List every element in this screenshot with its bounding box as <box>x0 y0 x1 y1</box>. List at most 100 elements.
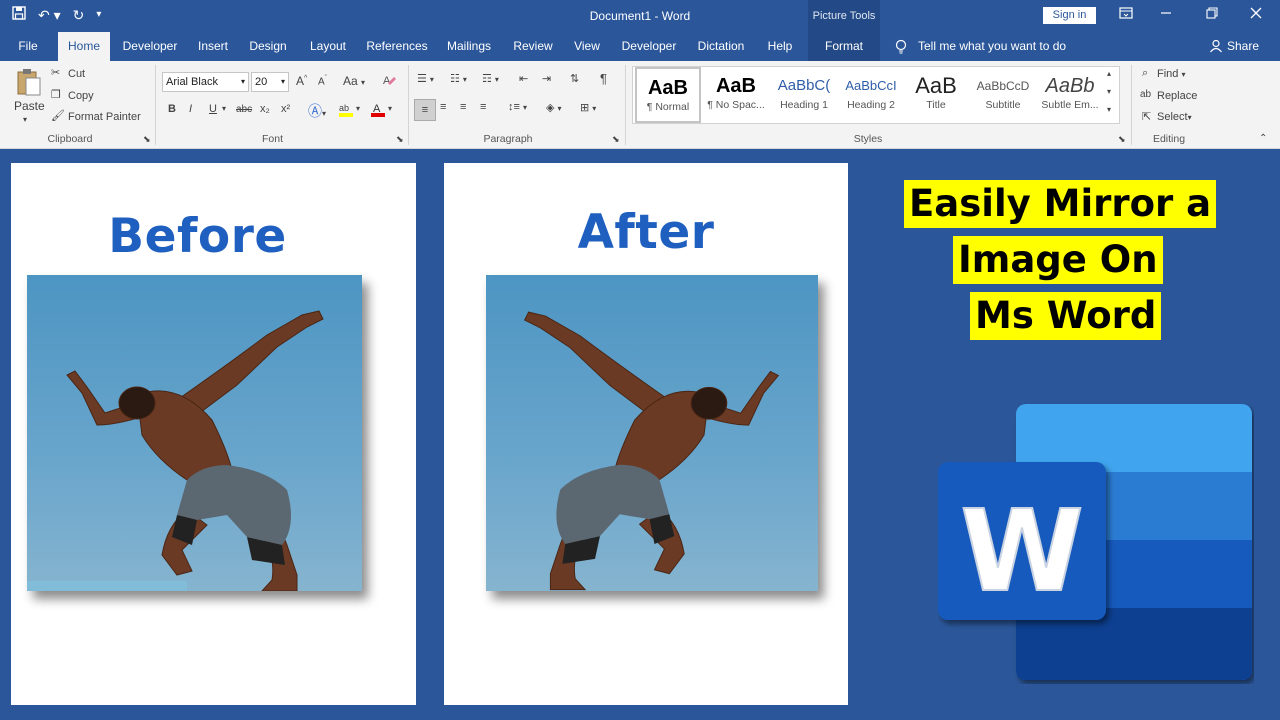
underline-button[interactable]: U <box>209 103 217 115</box>
close-icon[interactable] <box>1250 7 1262 22</box>
font-size-combo[interactable]: 20 ▾ <box>251 72 289 92</box>
font-color-icon[interactable]: A <box>370 101 386 120</box>
grow-font-label: A <box>296 74 305 88</box>
sort-icon[interactable]: ⇅ <box>570 72 579 85</box>
clear-formatting-icon[interactable]: A <box>382 72 398 91</box>
format-painter-button[interactable]: Format Painter <box>68 111 141 123</box>
picture-tools-label: Picture Tools <box>808 0 880 32</box>
paste-dropdown-icon[interactable]: ▾ <box>23 115 27 124</box>
clipboard-launcher-icon[interactable]: ⬊ <box>143 134 151 145</box>
document-page-before[interactable]: Before <box>11 163 416 705</box>
grow-font-button[interactable]: A^ <box>296 74 307 88</box>
italic-button[interactable]: I <box>189 103 192 115</box>
style-normal[interactable]: AaB ¶ Normal <box>635 67 701 123</box>
highlight-dropdown-icon[interactable]: ▾ <box>356 104 360 113</box>
bullets-icon[interactable]: ☰ ▾ <box>417 72 434 85</box>
shrink-font-label: A <box>318 76 325 88</box>
find-button[interactable]: Find ▾ <box>1157 68 1185 80</box>
separator <box>625 65 626 145</box>
ribbon-tabs: File Home Developer Insert Design Layout… <box>0 32 1280 61</box>
style-preview: AaBbC( <box>777 77 831 94</box>
styles-launcher-icon[interactable]: ⬊ <box>1118 134 1126 145</box>
word-logo-icon: W <box>938 402 1254 684</box>
bold-button[interactable]: B <box>168 103 176 115</box>
change-case-button[interactable]: Aa ▾ <box>343 74 365 88</box>
tab-developer-2[interactable]: Developer <box>616 32 682 61</box>
shading-icon[interactable]: ◈ ▾ <box>546 101 562 114</box>
tab-references[interactable]: References <box>362 32 432 61</box>
decrease-indent-icon[interactable]: ⇤ <box>519 72 528 85</box>
show-formatting-icon[interactable]: ¶ <box>600 71 607 86</box>
align-left-icon[interactable]: ≡ <box>414 99 436 121</box>
tab-file[interactable]: File <box>8 32 48 61</box>
ribbon-display-options-icon[interactable] <box>1119 7 1133 22</box>
tab-mailings[interactable]: Mailings <box>440 32 498 61</box>
numbering-icon[interactable]: ☷ ▾ <box>450 72 467 85</box>
tab-format[interactable]: Format <box>808 32 880 61</box>
tab-help[interactable]: Help <box>760 32 800 61</box>
styles-scroll-up-icon[interactable]: ▴ <box>1107 69 1111 78</box>
restore-icon[interactable] <box>1206 7 1218 22</box>
increase-indent-icon[interactable]: ⇥ <box>542 72 551 85</box>
athlete-photo-original[interactable] <box>27 275 362 591</box>
tab-home[interactable]: Home <box>58 32 110 61</box>
style-heading-1[interactable]: AaBbC( Heading 1 <box>771 67 837 123</box>
strikethrough-button[interactable]: abc <box>236 104 252 115</box>
styles-scroll-down-icon[interactable]: ▾ <box>1107 87 1111 96</box>
font-size-value: 20 <box>255 76 268 88</box>
tab-layout[interactable]: Layout <box>302 32 354 61</box>
subscript-button[interactable]: x₂ <box>260 103 270 115</box>
after-heading[interactable]: After <box>444 205 848 260</box>
highlight-color-icon[interactable]: ab <box>338 101 354 120</box>
font-name-combo[interactable]: Arial Black ▾ <box>162 72 249 92</box>
style-name: ¶ No Spac... <box>707 99 765 111</box>
cut-icon[interactable]: ✂ <box>51 66 60 79</box>
tab-review[interactable]: Review <box>506 32 560 61</box>
format-painter-icon[interactable]: 🖌 <box>51 109 65 122</box>
style-heading-2[interactable]: AaBbCcI Heading 2 <box>838 67 904 123</box>
replace-button[interactable]: Replace <box>1157 90 1197 102</box>
style-no-spacing[interactable]: AaB ¶ No Spac... <box>703 67 769 123</box>
copy-icon[interactable]: ❐ <box>51 88 61 101</box>
paragraph-launcher-icon[interactable]: ⬊ <box>612 134 620 145</box>
select-cursor-icon[interactable]: ⇱ <box>1142 110 1151 123</box>
share-button[interactable]: Share <box>1226 32 1260 61</box>
line-spacing-icon[interactable]: ↕≡ ▾ <box>508 101 527 113</box>
tab-design[interactable]: Design <box>243 32 293 61</box>
style-title[interactable]: AaB Title <box>903 67 969 123</box>
styles-more-icon[interactable]: ▾ <box>1107 105 1111 114</box>
before-heading[interactable]: Before <box>0 209 400 264</box>
justify-icon[interactable]: ≡ <box>480 101 486 113</box>
tab-view[interactable]: View <box>566 32 608 61</box>
paste-icon[interactable] <box>16 67 42 100</box>
tab-dictation[interactable]: Dictation <box>690 32 752 61</box>
tab-insert[interactable]: Insert <box>190 32 236 61</box>
align-right-icon[interactable]: ≡ <box>460 101 466 113</box>
align-center-icon[interactable]: ≡ <box>440 101 446 113</box>
style-subtle-emphasis[interactable]: AaBb Subtle Em... <box>1037 67 1103 123</box>
share-person-icon[interactable] <box>1208 32 1224 61</box>
document-page-after[interactable]: After <box>444 163 848 705</box>
font-color-dropdown-icon[interactable]: ▾ <box>388 104 392 113</box>
paste-button[interactable]: Paste <box>14 99 45 113</box>
minimize-icon[interactable] <box>1160 7 1172 22</box>
superscript-button[interactable]: x² <box>281 103 290 115</box>
multilevel-list-icon[interactable]: ☶ ▾ <box>482 72 499 85</box>
font-launcher-icon[interactable]: ⬊ <box>396 134 404 145</box>
sign-in-button[interactable]: Sign in <box>1043 7 1096 24</box>
find-icon[interactable]: ⌕ <box>1142 67 1148 80</box>
borders-icon[interactable]: ⊞ ▾ <box>580 101 596 114</box>
athlete-photo-mirrored[interactable] <box>486 275 818 591</box>
text-effects-icon[interactable]: Ⓐ▾ <box>308 101 326 121</box>
tell-me-search[interactable]: Tell me what you want to do <box>918 32 1068 61</box>
collapse-ribbon-icon[interactable]: ⌃ <box>1259 133 1267 144</box>
svg-text:ab: ab <box>339 103 349 113</box>
tab-developer[interactable]: Developer <box>117 32 183 61</box>
copy-button[interactable]: Copy <box>68 90 94 102</box>
cut-button[interactable]: Cut <box>68 68 85 80</box>
underline-dropdown-icon[interactable]: ▾ <box>222 104 226 113</box>
select-button[interactable]: Select▾ <box>1157 111 1192 123</box>
style-subtitle[interactable]: AaBbCcD Subtitle <box>970 67 1036 123</box>
shrink-font-button[interactable]: Aˇ <box>318 75 327 87</box>
replace-icon[interactable]: ab <box>1140 89 1151 100</box>
